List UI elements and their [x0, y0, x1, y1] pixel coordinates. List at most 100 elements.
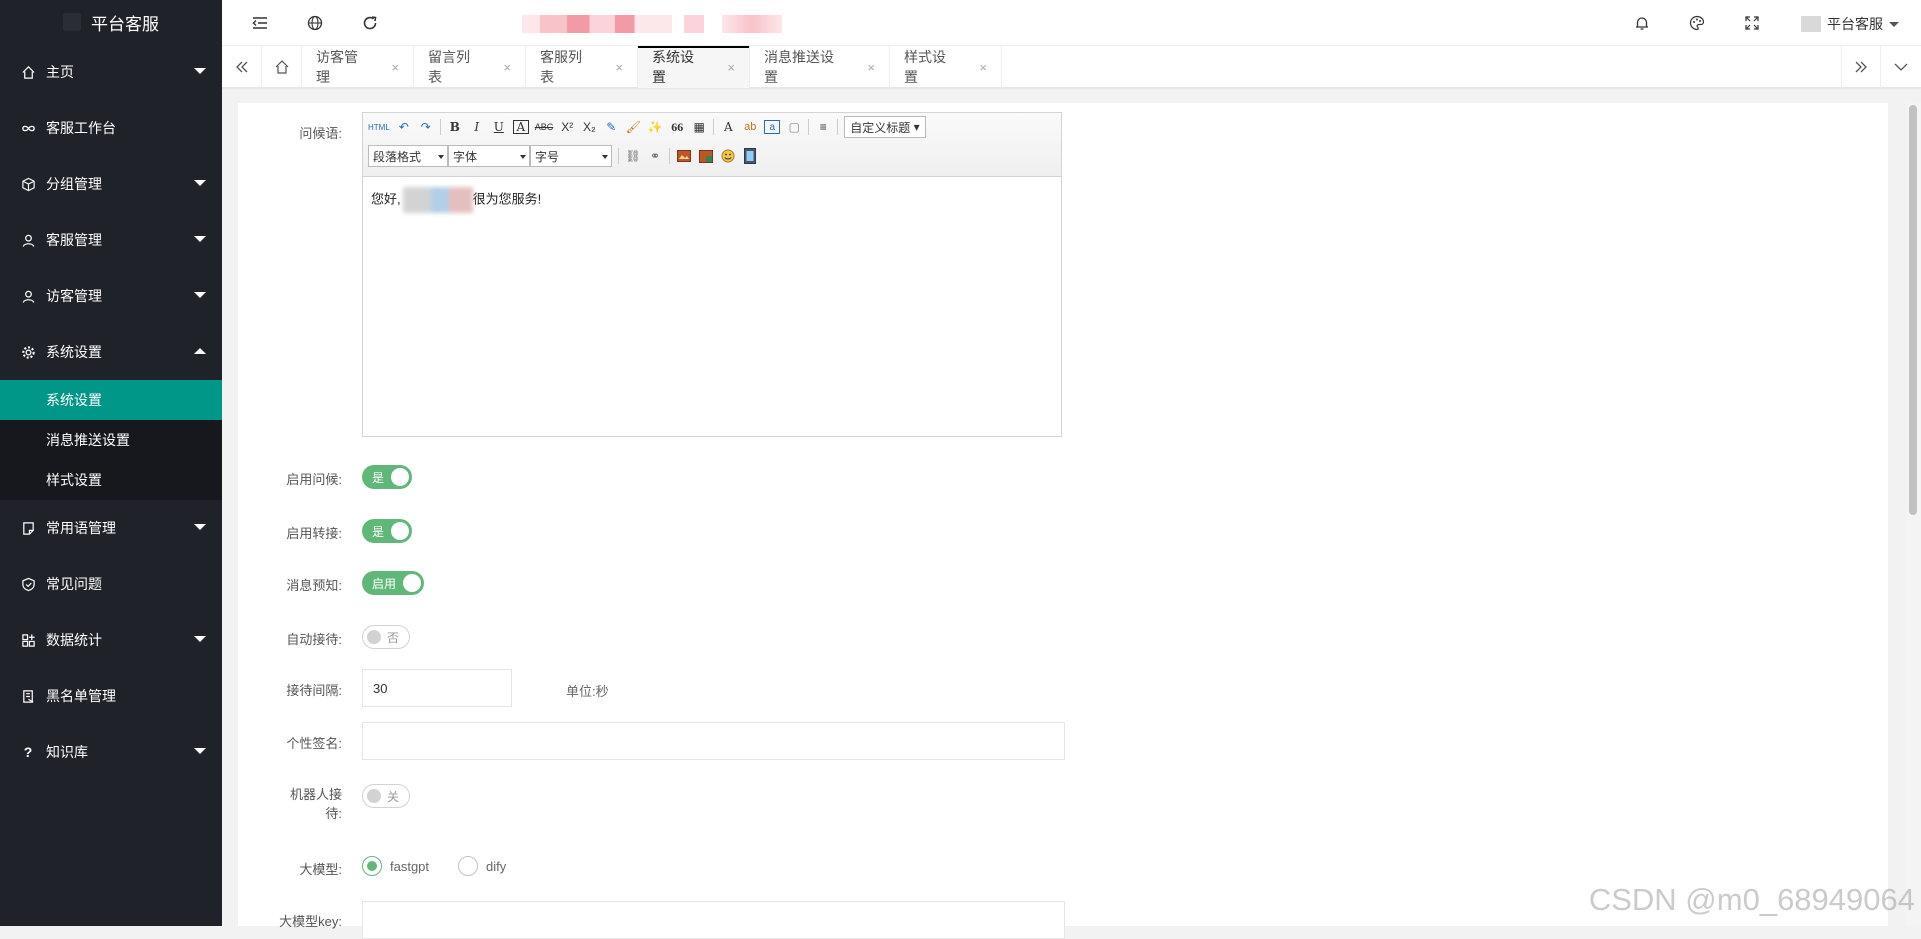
toggle-knob [367, 630, 381, 644]
sidebar-item-label: 数据统计 [46, 630, 102, 650]
settings-form: 问候语: HTML ↶ ↷ B I U A ABC X² X₂ ✎ 🖌 ✨ 66… [238, 103, 1888, 926]
message-preview-label: 消息预知: [238, 575, 342, 594]
model-radio-fastgpt[interactable]: fastgpt [362, 856, 429, 876]
watermark: CSDN @m0_68949064 [1589, 882, 1915, 918]
image-icon[interactable] [676, 147, 692, 165]
tab-message-list[interactable]: 留言列表× [414, 46, 526, 88]
close-icon[interactable]: × [867, 60, 875, 75]
unlink-icon[interactable]: ⚭ [647, 147, 663, 165]
tab-system-settings[interactable]: 系统设置× [638, 46, 750, 88]
submenu-item-system-settings[interactable]: 系统设置 [0, 380, 222, 420]
sidebar-item-faq[interactable]: 常见问题 [0, 556, 222, 612]
sidebar-item-home[interactable]: 主页 [0, 44, 222, 100]
font-family-select[interactable]: 字体 [448, 145, 530, 167]
enable-greeting-toggle[interactable]: 是 [362, 465, 412, 489]
chevron-down-icon [194, 68, 206, 74]
format-brush-button[interactable]: 🖌 [625, 118, 641, 136]
sidebar-item-groups[interactable]: 分组管理 [0, 156, 222, 212]
editor-toolbar-row-2: 段落格式 字体 字号 ⛓ ⚭ [368, 145, 758, 167]
html-source-button[interactable]: HTML [368, 118, 390, 136]
grid-icon [20, 632, 36, 648]
clear-document-button[interactable]: ▢ [786, 118, 802, 136]
model-key-input[interactable] [362, 901, 1065, 939]
sidebar-item-blacklist[interactable]: 黑名单管理 [0, 668, 222, 724]
select-all-button[interactable]: a [764, 120, 780, 134]
tab-push-settings[interactable]: 消息推送设置× [750, 46, 890, 88]
user-menu[interactable]: 平台客服 [1801, 14, 1899, 34]
paste-text-button[interactable]: ▦ [691, 118, 707, 136]
message-preview-toggle[interactable]: 启用 [362, 571, 424, 595]
scrollbar-thumb[interactable] [1909, 105, 1917, 515]
close-icon[interactable]: × [979, 60, 987, 75]
tab-home[interactable] [262, 46, 302, 88]
link-icon[interactable]: ⛓ [625, 147, 641, 165]
note-icon [20, 520, 36, 536]
emoji-icon[interactable] [720, 147, 736, 165]
signature-input[interactable] [362, 722, 1065, 760]
close-icon[interactable]: × [503, 60, 511, 75]
sidebar-item-settings[interactable]: 系统设置 [0, 324, 222, 380]
page-scrollbar[interactable] [1906, 103, 1921, 926]
reception-interval-input[interactable]: 30 [362, 669, 512, 707]
eraser-button[interactable]: ✎ [603, 118, 619, 136]
chevron-down-icon [1893, 59, 1909, 75]
editor-content[interactable]: 您好,很为您服务! [363, 177, 1061, 223]
font-size-select[interactable]: 字号 [530, 145, 612, 167]
superscript-button[interactable]: X² [559, 118, 575, 136]
sidebar-item-stats[interactable]: 数据统计 [0, 612, 222, 668]
tabs-scroll-right-button[interactable] [1841, 46, 1881, 88]
robot-reception-toggle[interactable]: 关 [362, 784, 410, 808]
palette-icon[interactable] [1687, 13, 1707, 33]
chevron-down-icon [194, 636, 206, 642]
underline-button[interactable]: U [491, 118, 507, 136]
custom-title-dropdown[interactable]: 自定义标题 ▾ [844, 116, 925, 138]
editor-toolbar-row-1: HTML ↶ ↷ B I U A ABC X² X₂ ✎ 🖌 ✨ 66 ▦ A … [368, 116, 926, 138]
close-icon[interactable]: × [727, 60, 735, 75]
tab-agent-list[interactable]: 客服列表× [526, 46, 638, 88]
globe-icon[interactable] [305, 13, 325, 33]
redo-button[interactable]: ↷ [418, 118, 434, 136]
reception-interval-unit: 单位:秒 [566, 681, 609, 700]
bell-icon[interactable] [1632, 13, 1652, 33]
submenu-item-style-settings[interactable]: 样式设置 [0, 460, 222, 500]
fullscreen-icon[interactable] [1742, 13, 1762, 33]
signature-label: 个性签名: [238, 733, 342, 752]
bold-button[interactable]: B [447, 118, 463, 136]
sidebar-item-knowledge[interactable]: ? 知识库 [0, 724, 222, 780]
tabs-dropdown-button[interactable] [1881, 46, 1921, 88]
subscript-button[interactable]: X₂ [581, 118, 597, 136]
sidebar-item-agents[interactable]: 客服管理 [0, 212, 222, 268]
menu-fold-icon[interactable] [250, 13, 270, 33]
tabs-scroll-left-button[interactable] [222, 46, 262, 88]
italic-button[interactable]: I [469, 118, 485, 136]
auto-format-button[interactable]: ✨ [647, 118, 663, 136]
undo-button[interactable]: ↶ [396, 118, 412, 136]
sidebar-item-workbench[interactable]: 客服工作台 [0, 100, 222, 156]
radio-circle [362, 856, 382, 876]
background-color-button[interactable]: ab [742, 118, 758, 136]
strikethrough-button[interactable]: ABC [535, 118, 554, 136]
blurred-title-redaction [722, 15, 782, 33]
tab-visitor-management[interactable]: 访客管理× [302, 46, 414, 88]
enable-transfer-toggle[interactable]: 是 [362, 519, 412, 543]
video-icon[interactable] [742, 147, 758, 165]
model-radio-dify[interactable]: dify [458, 856, 506, 876]
paragraph-format-select[interactable]: 段落格式 [368, 145, 448, 167]
tab-style-settings[interactable]: 样式设置× [890, 46, 1002, 88]
double-chevron-left-icon [234, 59, 250, 75]
refresh-icon[interactable] [360, 13, 380, 33]
submenu-item-push-settings[interactable]: 消息推送设置 [0, 420, 222, 460]
blockquote-button[interactable]: 66 [669, 118, 685, 136]
close-icon[interactable]: × [615, 60, 623, 75]
font-color-button[interactable]: A [720, 118, 736, 136]
auto-reception-toggle[interactable]: 否 [362, 625, 410, 649]
multi-image-icon[interactable] [698, 147, 714, 165]
blurred-title-redaction [684, 15, 704, 33]
close-icon[interactable]: × [391, 60, 399, 75]
app-logo[interactable]: 平台客服 [0, 0, 222, 44]
user-icon [20, 232, 36, 248]
line-height-button[interactable]: ≡ [815, 118, 831, 136]
sidebar-item-visitors[interactable]: 访客管理 [0, 268, 222, 324]
sidebar-item-phrases[interactable]: 常用语管理 [0, 500, 222, 556]
font-border-button[interactable]: A [513, 120, 529, 134]
